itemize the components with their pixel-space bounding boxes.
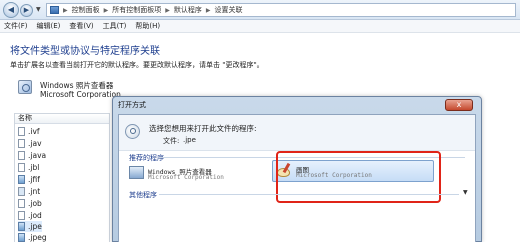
file-value: .jpe	[183, 136, 196, 144]
breadcrumb-item[interactable]: 默认程序	[174, 5, 202, 15]
highlight-box	[276, 151, 441, 203]
file-icon	[18, 127, 25, 136]
menu-bar: 文件(F) 编辑(E) 查看(V) 工具(T) 帮助(H)	[0, 20, 520, 33]
gear-file-icon	[18, 187, 25, 196]
dialog-prompt: 选择您想用来打开此文件的程序:	[149, 124, 257, 133]
current-program-company: Microsoft Corporation	[40, 90, 121, 99]
magnifier-icon	[125, 124, 140, 139]
list-item[interactable]: .jnt	[18, 186, 40, 197]
list-item[interactable]: .ivf	[18, 126, 40, 137]
file-icon	[18, 139, 25, 148]
divider	[159, 194, 459, 195]
extension-label: .jod	[28, 211, 42, 220]
file-icon	[18, 151, 25, 160]
chevron-right-icon: ▶	[103, 6, 109, 14]
extension-list[interactable]: 名称 .ivf .jav .java .jbl .jfif .jnt .job …	[14, 113, 110, 242]
forward-button[interactable]: ▶	[20, 4, 33, 17]
image-file-icon	[18, 222, 25, 231]
list-item[interactable]: .jav	[18, 138, 42, 149]
list-item[interactable]: .jpe	[18, 221, 42, 232]
page-description: 单击扩展名以查看当前打开它的默认程序。要更改默认程序，请单击 "更改程序"。	[10, 61, 264, 69]
menu-file[interactable]: 文件(F)	[4, 21, 28, 31]
control-panel-icon	[50, 6, 59, 14]
photo-viewer-icon	[18, 80, 32, 94]
other-programs-label[interactable]: 其他程序	[129, 190, 157, 200]
dialog-header: 选择您想用来打开此文件的程序: 文件: .jpe	[119, 115, 475, 151]
recommended-programs-label: 推荐的程序	[129, 154, 164, 162]
extension-label: .jbl	[28, 163, 40, 172]
file-icon	[18, 163, 25, 172]
extension-label: .jav	[28, 139, 42, 148]
program-option-photo-viewer[interactable]: Windows 照片查看器 Microsoft Corporation	[129, 163, 257, 185]
menu-edit[interactable]: 编辑(E)	[37, 21, 61, 31]
list-item[interactable]: .java	[18, 150, 46, 161]
image-file-icon	[18, 233, 25, 242]
list-item[interactable]: .jod	[18, 210, 42, 221]
menu-tools[interactable]: 工具(T)	[103, 21, 127, 31]
open-with-dialog: 打开方式 x 选择您想用来打开此文件的程序: 文件: .jpe 推荐的程序 Wi…	[112, 96, 482, 242]
chevron-down-icon[interactable]: ▼	[463, 189, 468, 196]
list-item[interactable]: .jbl	[18, 162, 39, 173]
dialog-title: 打开方式	[118, 101, 146, 109]
extension-label: .ivf	[28, 127, 40, 136]
menu-view[interactable]: 查看(V)	[69, 21, 93, 31]
file-icon	[18, 199, 25, 208]
list-item[interactable]: .job	[18, 198, 42, 209]
history-dropdown-icon[interactable]: ▼	[36, 6, 41, 13]
close-button[interactable]: x	[445, 99, 473, 111]
breadcrumb-item[interactable]: 控制面板	[72, 5, 100, 15]
breadcrumb[interactable]: ▶ 控制面板 ▶ 所有控制面板项 ▶ 默认程序 ▶ 设置关联	[46, 3, 516, 17]
image-file-icon	[18, 175, 25, 184]
photo-viewer-icon	[129, 166, 144, 179]
extension-label: .jpe	[28, 222, 42, 231]
chevron-right-icon: ▶	[165, 6, 170, 14]
dialog-body: 选择您想用来打开此文件的程序: 文件: .jpe 推荐的程序 Windows 照…	[118, 114, 476, 242]
file-label: 文件:	[163, 137, 180, 145]
extension-label: .jfif	[28, 175, 40, 184]
column-header-name[interactable]: 名称	[15, 114, 109, 124]
chevron-right-icon: ▶	[63, 6, 68, 14]
extension-label: .jpeg	[28, 233, 47, 242]
extension-label: .java	[28, 151, 47, 160]
program-company: Microsoft Corporation	[148, 174, 224, 181]
address-bar: ◀ ▶ ▼ ▶ 控制面板 ▶ 所有控制面板项 ▶ 默认程序 ▶ 设置关联	[0, 0, 520, 20]
back-button[interactable]: ◀	[3, 2, 19, 18]
chevron-right-icon: ▶	[205, 6, 211, 14]
breadcrumb-item[interactable]: 所有控制面板项	[112, 5, 161, 15]
page-title: 将文件类型或协议与特定程序关联	[10, 46, 160, 57]
menu-help[interactable]: 帮助(H)	[135, 21, 160, 31]
list-item[interactable]: .jpeg	[18, 232, 47, 242]
extension-label: .job	[28, 199, 42, 208]
file-icon	[18, 211, 25, 220]
breadcrumb-item[interactable]: 设置关联	[215, 5, 243, 15]
list-item[interactable]: .jfif	[18, 174, 40, 185]
extension-label: .jnt	[28, 187, 41, 196]
